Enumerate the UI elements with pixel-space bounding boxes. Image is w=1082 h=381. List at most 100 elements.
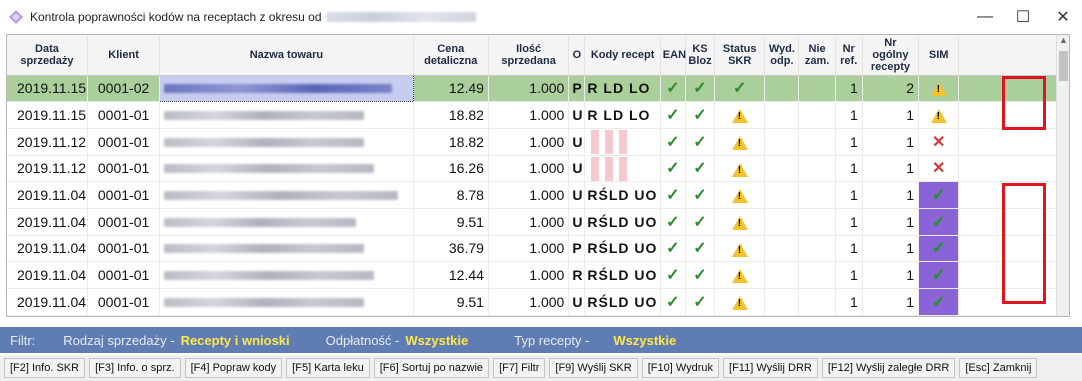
table-row[interactable]: 2019.11.150001-01 18.821.000UR LD LO ✓ ✓ 11	[7, 101, 1069, 129]
col-header-status-skr[interactable]: Status SKR	[714, 35, 766, 76]
cell-codes	[584, 155, 661, 183]
cell-product-name-redacted[interactable]	[159, 155, 414, 183]
scroll-thumb[interactable]	[1059, 51, 1068, 81]
header-row: Data sprzedaży Klient Nazwa towaru Cena …	[7, 35, 1069, 76]
cell-nie-zam	[798, 288, 836, 316]
check-icon: ✓	[693, 213, 707, 231]
print-button[interactable]: [F10] Wydruk	[641, 358, 720, 378]
cell-product-name-redacted[interactable]	[159, 208, 414, 236]
table-row[interactable]: 2019.11.040001-01 36.791.000PRŚLD UO ✓ ✓ 11 ✓	[7, 235, 1069, 263]
maximize-button[interactable]: ☐	[1004, 0, 1042, 33]
cross-icon: ✕	[931, 160, 946, 178]
codes-value: RŚLD UO	[587, 267, 658, 284]
col-header-client[interactable]: Klient	[87, 35, 161, 76]
cell-nr-ogolny: 1	[862, 155, 920, 183]
drug-card-button[interactable]: [F5] Karta leku	[286, 358, 370, 378]
scroll-up-icon[interactable]: ▲	[1057, 35, 1069, 45]
cell-wyd-odp	[764, 128, 800, 156]
cell-nie-zam	[798, 208, 836, 236]
prescriptions-grid[interactable]: Data sprzedaży Klient Nazwa towaru Cena …	[6, 34, 1070, 317]
table-row[interactable]: 2019.11.120001-01 18.821.000U ✓ ✓ 11 ✕	[7, 128, 1069, 156]
sort-by-name-button[interactable]: [F6] Sortuj po nazwie	[373, 358, 490, 378]
col-header-price[interactable]: Cena detaliczna	[413, 35, 489, 76]
cell-product-name-redacted[interactable]	[159, 128, 414, 156]
warning-icon	[731, 295, 748, 310]
table-row[interactable]: 2019.11.040001-01 12.441.000RRŚLD UO ✓ ✓ 11 ✓	[7, 261, 1069, 289]
check-icon: ✓	[693, 160, 707, 178]
col-header-nr-ref[interactable]: Nr ref.	[835, 35, 863, 76]
cell-wyd-odp	[764, 261, 800, 289]
warning-icon	[731, 162, 748, 177]
cell-sim: ✓	[918, 208, 960, 236]
close-button[interactable]: ✕	[1044, 0, 1082, 33]
cell-ks-bloz: ✓	[685, 101, 716, 129]
check-icon: ✓	[666, 240, 680, 258]
cell-wyd-odp	[764, 155, 800, 183]
table-row[interactable]: 2019.11.040001-01 9.511.000URŚLD UO ✓ ✓ 11 ✓	[7, 288, 1069, 316]
cell-price: 18.82	[413, 128, 489, 156]
cell-client: 0001-01	[87, 208, 161, 236]
cell-sim: ✕	[918, 155, 960, 183]
vertical-scrollbar[interactable]: ▲	[1056, 35, 1069, 316]
cell-status-skr	[714, 208, 766, 236]
info-sale-button[interactable]: [F3] Info. o sprz.	[89, 358, 181, 378]
cell-qty: 1.000	[488, 155, 570, 183]
cell-ks-bloz: ✓	[685, 181, 716, 209]
cell-ean: ✓	[660, 288, 686, 316]
minimize-button[interactable]: —	[966, 0, 1004, 33]
filter-button[interactable]: [F7] Filtr	[493, 358, 546, 378]
cell-ean: ✓	[660, 208, 686, 236]
cell-nr-ogolny: 1	[862, 181, 920, 209]
col-header-nr-ogolny[interactable]: Nr ogólny recepty	[862, 35, 920, 76]
table-row[interactable]: 2019.11.120001-01 16.261.000U ✓ ✓ 11 ✕	[7, 155, 1069, 183]
warning-icon	[731, 242, 748, 257]
cell-product-name-redacted[interactable]	[159, 288, 414, 316]
cell-nr-ref: 1	[835, 235, 863, 263]
cell-status-skr	[714, 261, 766, 289]
warning-icon	[731, 135, 748, 150]
cell-product-name-redacted[interactable]	[159, 181, 414, 209]
cell-product-name-redacted[interactable]	[159, 74, 414, 103]
col-header-qty[interactable]: Ilość sprzedana	[488, 35, 570, 76]
col-header-o[interactable]: O	[568, 35, 586, 76]
cell-price: 12.49	[413, 75, 489, 103]
col-header-nie-zam[interactable]: Nie zam.	[798, 35, 836, 76]
filter-label: Filtr:	[10, 332, 36, 348]
col-header-date[interactable]: Data sprzedaży	[7, 35, 88, 76]
warning-icon	[731, 269, 748, 284]
cell-nie-zam	[798, 128, 836, 156]
cell-nie-zam	[798, 261, 836, 289]
table-row[interactable]: 2019.11.040001-01 8.781.000URŚLD UO ✓ ✓ 11 ✓	[7, 181, 1069, 209]
cell-product-name-redacted[interactable]	[159, 261, 414, 289]
cell-price: 12.44	[413, 261, 489, 289]
cell-client: 0001-02	[87, 75, 161, 103]
cell-ean: ✓	[660, 261, 686, 289]
cell-spacer	[958, 208, 1069, 236]
table-row[interactable]: 2019.11.15 0001-02 12.49 1.000 P R LD LO ✓ ✓ ✓ 1 2	[7, 74, 1069, 103]
send-skr-button[interactable]: [F9] Wyślij SKR	[549, 358, 638, 378]
col-header-sim[interactable]: SIM	[918, 35, 960, 76]
table-row[interactable]: 2019.11.040001-01 9.511.000URŚLD UO ✓ ✓ 11 ✓	[7, 208, 1069, 236]
send-drr-button[interactable]: [F11] Wyślij DRR	[723, 358, 818, 378]
col-header-wyd-odp[interactable]: Wyd. odp.	[764, 35, 800, 76]
col-header-product-name[interactable]: Nazwa towaru	[159, 35, 414, 76]
cell-date: 2019.11.15	[7, 101, 88, 129]
info-skr-button[interactable]: [F2] Info. SKR	[4, 358, 86, 378]
warning-icon	[930, 109, 947, 124]
cell-sim: ✓	[918, 181, 960, 209]
check-icon: ✓	[931, 240, 946, 258]
check-icon: ✓	[666, 80, 680, 98]
cell-codes: R LD LO	[584, 101, 661, 129]
col-header-codes[interactable]: Kody recept	[584, 35, 661, 76]
fix-codes-button[interactable]: [F4] Popraw kody	[184, 358, 283, 378]
missing-codes-marker	[585, 156, 628, 181]
col-header-ean[interactable]: EAN	[660, 35, 686, 76]
col-header-ks-bloz[interactable]: KS Bloz	[685, 35, 716, 76]
cell-nie-zam	[798, 181, 836, 209]
cell-product-name-redacted[interactable]	[159, 101, 414, 129]
cell-codes: R LD LO	[584, 75, 661, 103]
cell-product-name-redacted[interactable]	[159, 235, 414, 263]
codes-value: RŚLD UO	[587, 293, 658, 310]
close-window-button[interactable]: [Esc] Zamknij	[959, 358, 1038, 378]
send-overdue-drr-button[interactable]: [F12] Wyślij zaległe DRR	[821, 358, 956, 378]
